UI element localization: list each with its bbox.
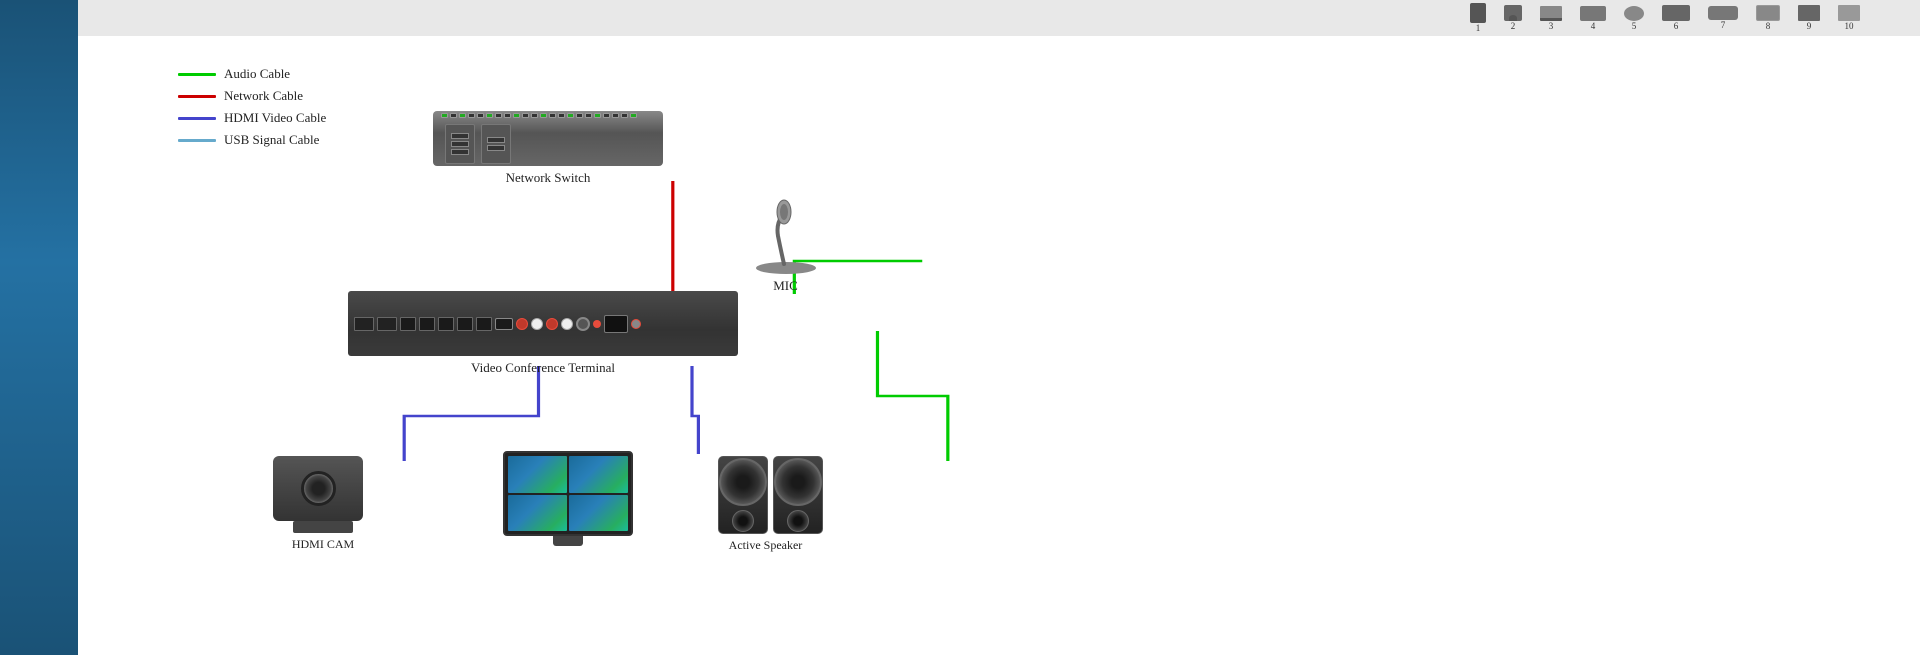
speaker-label: Active Speaker xyxy=(718,538,813,553)
left-sidebar xyxy=(0,0,78,655)
speaker-tweeter-right xyxy=(787,510,809,532)
switch-sfp-port xyxy=(451,141,469,147)
speaker-device: Active Speaker xyxy=(718,456,813,546)
top-device-8[interactable]: 8 xyxy=(1756,5,1780,31)
display-body xyxy=(503,451,633,536)
switch-port xyxy=(495,113,502,118)
mic-device: MIC xyxy=(743,196,828,281)
camera-label: HDMI CAM xyxy=(273,537,373,552)
vct-port-xlr xyxy=(576,317,590,331)
switch-sfp-port xyxy=(451,133,469,139)
top-num-10: 10 xyxy=(1845,21,1854,31)
switch-mgmt-port xyxy=(487,137,505,143)
switch-port xyxy=(549,113,556,118)
switch-port xyxy=(621,113,628,118)
speaker-left xyxy=(718,456,768,534)
vct-port-hdmi xyxy=(457,317,473,331)
switch-port xyxy=(630,113,637,118)
vct-body xyxy=(348,291,738,356)
switch-port xyxy=(558,113,565,118)
vct-port-hdmi xyxy=(419,317,435,331)
switch-port xyxy=(531,113,538,118)
cam-body xyxy=(273,456,363,521)
top-num-4: 4 xyxy=(1591,21,1596,31)
switch-port xyxy=(612,113,619,118)
vct-led xyxy=(593,320,601,328)
top-device-2[interactable]: 2 xyxy=(1504,5,1522,31)
speaker-woofer-left xyxy=(719,458,767,506)
switch-port xyxy=(540,113,547,118)
switch-port xyxy=(486,113,493,118)
vct-port-rj45 xyxy=(495,318,513,330)
switch-port xyxy=(567,113,574,118)
vct-port-hdmi xyxy=(476,317,492,331)
camera-device: HDMI CAM xyxy=(273,456,373,546)
main-content: 1 2 3 4 5 6 7 8 xyxy=(78,0,1920,655)
top-device-3[interactable]: 3 xyxy=(1540,6,1562,31)
top-num-5: 5 xyxy=(1632,21,1637,31)
vct-port-hdmi xyxy=(400,317,416,331)
switch-mgmt-port xyxy=(487,145,505,151)
top-device-10[interactable]: 10 xyxy=(1838,5,1860,31)
top-device-5[interactable]: 5 xyxy=(1624,6,1644,31)
vct-label: Video Conference Terminal xyxy=(348,360,738,376)
top-num-7: 7 xyxy=(1721,20,1726,30)
mic-body xyxy=(743,196,828,276)
top-strip: 1 2 3 4 5 6 7 8 xyxy=(78,0,1920,36)
network-switch-device: Network Switch xyxy=(433,111,663,181)
vct-port-usb xyxy=(377,317,397,331)
speaker-woofer-right xyxy=(774,458,822,506)
top-num-9: 9 xyxy=(1807,21,1812,31)
switch-sfp xyxy=(445,124,475,164)
switch-port xyxy=(459,113,466,118)
switch-port xyxy=(450,113,457,118)
top-num-2: 2 xyxy=(1511,21,1516,31)
cam-base xyxy=(293,521,353,533)
vct-port-hdmi xyxy=(438,317,454,331)
display-panel-2 xyxy=(569,456,628,493)
network-switch-label: Network Switch xyxy=(433,170,663,186)
vct-port-usb xyxy=(354,317,374,331)
top-device-1[interactable]: 1 xyxy=(1470,3,1486,33)
diagram-area: Audio Cable Network Cable HDMI Video Cab… xyxy=(78,36,1920,655)
switch-port xyxy=(603,113,610,118)
speaker-tweeter-left xyxy=(732,510,754,532)
vct-port-rca-r2 xyxy=(546,318,558,330)
top-num-1: 1 xyxy=(1476,23,1481,33)
top-device-6[interactable]: 6 xyxy=(1662,5,1690,31)
display-panel-1 xyxy=(508,456,567,493)
switch-mgmt xyxy=(481,124,511,164)
speaker-right xyxy=(773,456,823,534)
vct-port-rca-w xyxy=(531,318,543,330)
switch-port xyxy=(585,113,592,118)
switch-port xyxy=(468,113,475,118)
switch-sfp-port xyxy=(451,149,469,155)
mic-svg xyxy=(746,196,826,276)
vct-device: Video Conference Terminal xyxy=(348,291,738,366)
cam-lens xyxy=(301,471,336,506)
vct-port-rca-w2 xyxy=(561,318,573,330)
top-device-7[interactable]: 7 xyxy=(1708,6,1738,30)
display-panel-4 xyxy=(569,495,628,532)
switch-port xyxy=(513,113,520,118)
switch-port xyxy=(576,113,583,118)
top-device-9[interactable]: 9 xyxy=(1798,5,1820,31)
display-device xyxy=(503,451,633,551)
top-num-3: 3 xyxy=(1549,21,1554,31)
switch-port xyxy=(441,113,448,118)
vct-port-rca-r xyxy=(516,318,528,330)
switch-port xyxy=(594,113,601,118)
vct-port-db9 xyxy=(604,315,628,333)
switch-port xyxy=(477,113,484,118)
switch-port xyxy=(504,113,511,118)
mic-label: MIC xyxy=(743,278,828,294)
vct-port-audio xyxy=(631,319,641,329)
display-panel-3 xyxy=(508,495,567,532)
switch-body xyxy=(433,111,663,166)
top-device-4[interactable]: 4 xyxy=(1580,6,1606,31)
switch-port xyxy=(522,113,529,118)
display-stand xyxy=(553,536,583,546)
top-num-8: 8 xyxy=(1766,21,1771,31)
top-num-6: 6 xyxy=(1674,21,1679,31)
